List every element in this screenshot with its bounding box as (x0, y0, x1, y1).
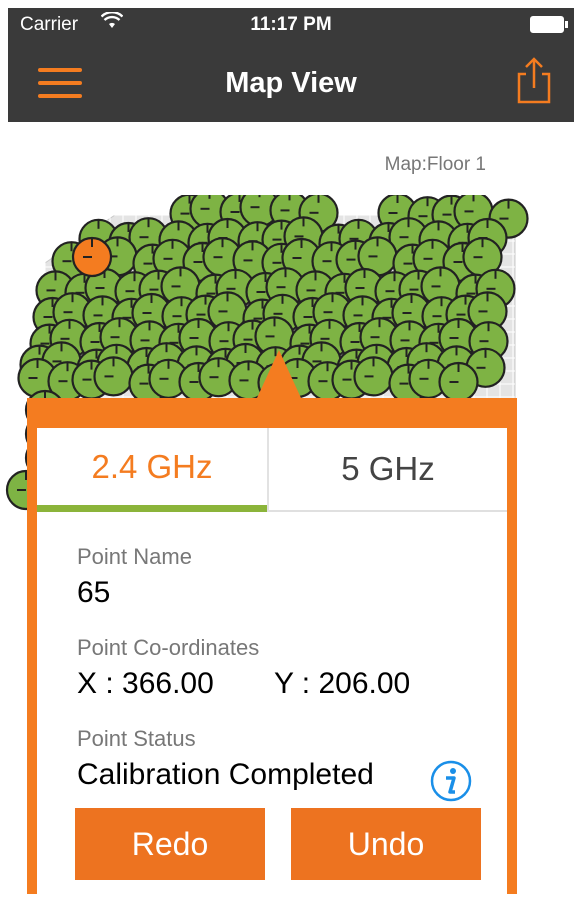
info-icon[interactable] (429, 759, 473, 803)
popup-pointer (257, 350, 301, 398)
battery-icon (530, 16, 568, 33)
tab-2-4-ghz[interactable]: 2.4 GHz (37, 428, 267, 512)
status-bar: Carrier 11:17 PM (8, 8, 574, 42)
point-x-value: X : 366.00 (77, 667, 214, 700)
calibration-point-icon[interactable] (71, 236, 113, 278)
share-icon[interactable] (516, 56, 552, 104)
calibration-point-icon[interactable] (93, 356, 134, 397)
point-detail-popup: 2.4 GHz 5 GHz Point Name 65 Point Co-ord… (27, 398, 517, 894)
status-time: 11:17 PM (250, 14, 332, 35)
point-status-label: Point Status (77, 726, 196, 751)
calibration-point-icon[interactable] (438, 361, 479, 403)
calibration-point-icon[interactable] (353, 356, 394, 397)
point-y-value: Y : 206.00 (274, 667, 411, 700)
redo-button[interactable]: Redo (75, 808, 265, 880)
tab-5-ghz[interactable]: 5 GHz (269, 428, 507, 512)
point-detail-panel: 2.4 GHz 5 GHz Point Name 65 Point Co-ord… (37, 428, 507, 894)
frequency-tabs: 2.4 GHz 5 GHz (37, 428, 507, 512)
point-coordinates-label: Point Co-ordinates (77, 635, 260, 660)
point-name-value: 65 (77, 576, 111, 609)
undo-button[interactable]: Undo (291, 808, 481, 880)
point-status-value: Calibration Completed (77, 758, 374, 791)
map-floor-label: Map:Floor 1 (384, 154, 486, 175)
nav-bar: Map View (8, 42, 574, 122)
page-title: Map View (225, 67, 357, 99)
point-name-label: Point Name (77, 544, 192, 569)
